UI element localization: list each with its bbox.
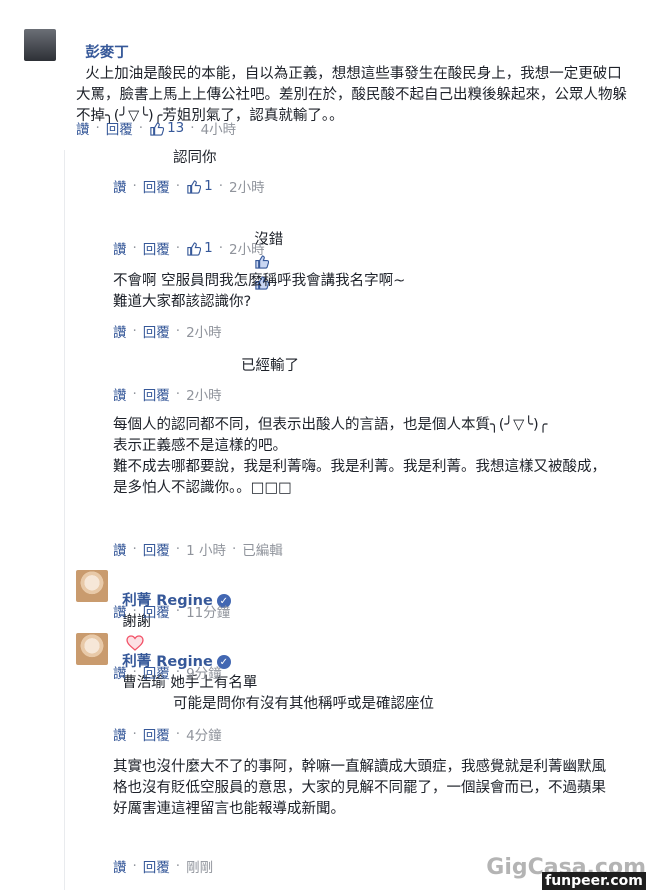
comment-text: 火上加油是酸民的本能，自以為正義，想想這些事發生在酸民身上，我想一定更破口大罵，… [76, 66, 627, 124]
like-button[interactable]: 讚 [113, 856, 127, 876]
like-thumb-icon [187, 241, 202, 256]
like-button[interactable]: 讚 [113, 662, 127, 682]
like-thumb-icon [187, 179, 202, 194]
watermark-secondary: funpeer.com [542, 872, 646, 890]
reply-button[interactable]: 回覆 [143, 238, 170, 258]
like-button[interactable]: 讚 [113, 384, 127, 404]
reply-actions: 讚 · 回覆 · 1 · 2小時 [113, 176, 265, 196]
reply-button[interactable]: 回覆 [143, 724, 170, 744]
like-count[interactable]: 13 [149, 120, 184, 136]
reply-text: 已經輸了 [241, 358, 299, 374]
like-button[interactable]: 讚 [113, 539, 127, 559]
main-comment: 彭麥丁 火上加油是酸民的本能，自以為正義，想想這些事發生在酸民身上，我想一定更破… [76, 22, 636, 127]
reply-button[interactable]: 回覆 [143, 384, 170, 404]
avatar[interactable] [76, 633, 108, 665]
comment-actions: 讚 · 回覆 · 13 · 4小時 [76, 118, 237, 138]
reply-button[interactable]: 回覆 [143, 856, 170, 876]
reply-actions: 讚 · 回覆 · 9分鐘 [113, 662, 222, 682]
edited-label: 已編輯 [242, 543, 283, 559]
like-button[interactable]: 讚 [113, 321, 127, 341]
reply-actions: 讚 · 回覆 · 2小時 [113, 321, 222, 341]
reply-text: 認同你 [173, 150, 217, 166]
reply-text: 不會啊 空服員問我怎麼稱呼我會講我名字啊~ 難道大家都該認識你? [113, 273, 406, 310]
reply-button[interactable]: 回覆 [143, 321, 170, 341]
like-count[interactable]: 1 [186, 178, 213, 194]
reply-actions: 讚 · 回覆 · 剛剛 [113, 856, 214, 876]
avatar[interactable] [76, 570, 108, 602]
reply-button[interactable]: 回覆 [143, 601, 170, 621]
like-button[interactable]: 讚 [113, 176, 127, 196]
reply-actions: 讚 · 回覆 · 2小時 [113, 384, 222, 404]
comment-author[interactable]: 彭麥丁 [85, 45, 129, 61]
avatar[interactable] [24, 29, 56, 61]
like-button[interactable]: 讚 [113, 601, 127, 621]
reply-button[interactable]: 回覆 [106, 118, 133, 138]
like-button[interactable]: 讚 [113, 724, 127, 744]
like-count[interactable]: 1 [186, 240, 213, 256]
like-thumb-icon [150, 121, 165, 136]
like-button[interactable]: 讚 [76, 118, 90, 138]
reply-thread-border [64, 150, 65, 890]
reply-actions: 讚 · 回覆 · 1 · 2小時 [113, 238, 265, 258]
reply-actions: 讚 · 回覆 · 11分鐘 [113, 601, 231, 621]
reply-text: 可能是問你有沒有其他稱呼或是確認座位 [173, 696, 434, 712]
reply-button[interactable]: 回覆 [143, 176, 170, 196]
reply-button[interactable]: 回覆 [143, 539, 170, 559]
reply-text: 每個人的認同都不同，但表示出酸人的言語，也是個人本質╮(╯▽╰)╭ 表示正義感不… [113, 417, 606, 496]
reply-actions: 讚 · 回覆 · 4分鐘 [113, 724, 222, 744]
reply-text: 其實也沒什麼大不了的事阿，幹嘛一直解讀成大頭症，我感覺就是利菁幽默風格也沒有貶低… [113, 759, 606, 817]
reply-actions: 讚 · 回覆 · 1 小時 · 已編輯 [113, 539, 283, 559]
comment-time: 4小時 [200, 122, 237, 138]
reply-button[interactable]: 回覆 [143, 662, 170, 682]
like-button[interactable]: 讚 [113, 238, 127, 258]
